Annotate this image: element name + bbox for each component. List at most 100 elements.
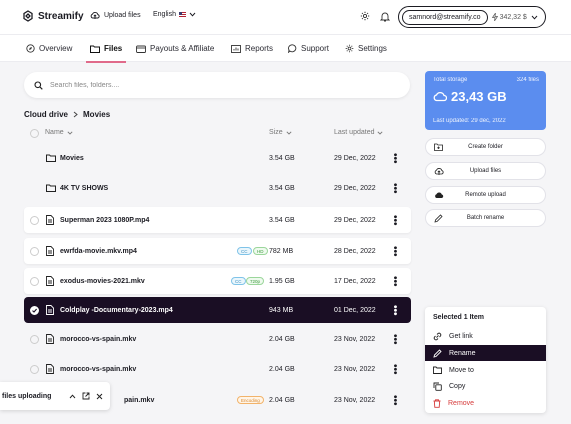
- gear-icon: [345, 44, 354, 53]
- row-checkbox[interactable]: [30, 276, 39, 286]
- file-name: 4K TV SHOWS: [60, 184, 109, 192]
- more-options-icon[interactable]: •••: [389, 215, 400, 226]
- language-select[interactable]: English: [153, 11, 196, 18]
- menu-label: Get link: [449, 332, 473, 340]
- chevron-down-icon: [377, 130, 384, 135]
- menu-item-get-link[interactable]: Get link: [425, 328, 546, 344]
- folder-icon: [46, 154, 56, 162]
- file-date: 23 Nov, 2022: [334, 335, 376, 343]
- menu-item-move-to[interactable]: Move to: [425, 362, 546, 378]
- more-options-icon[interactable]: •••: [389, 305, 400, 316]
- more-options-icon[interactable]: •••: [389, 395, 400, 406]
- file-size: 782 MB: [269, 247, 294, 255]
- folder-icon: [90, 45, 100, 53]
- batch-rename-button[interactable]: Batch rename: [425, 209, 546, 227]
- check-icon: [32, 308, 38, 313]
- row-checkbox[interactable]: [30, 334, 39, 344]
- tab-label: Reports: [245, 44, 274, 53]
- app-name: Streamify: [38, 10, 84, 22]
- cc-badge: CC: [237, 247, 252, 255]
- tab-reports[interactable]: Reports: [231, 35, 273, 62]
- menu-label: Remove: [448, 399, 475, 407]
- menu-item-copy[interactable]: Copy: [425, 378, 546, 394]
- bell-icon[interactable]: [380, 11, 390, 22]
- row-checkbox[interactable]: [30, 364, 39, 374]
- external-link-icon[interactable]: [82, 392, 90, 400]
- column-header-size[interactable]: Size: [269, 129, 292, 136]
- file-date: 29 Dec, 2022: [334, 154, 376, 162]
- upload-files-action[interactable]: Upload files: [425, 162, 546, 180]
- file-date: 17 Dec, 2022: [334, 277, 376, 285]
- tab-overview[interactable]: Overview: [26, 35, 72, 62]
- action-label: Remote upload: [465, 192, 506, 198]
- table-row[interactable]: morocco-vs-spain.mkv 2.04 GB 23 Nov, 202…: [24, 326, 411, 352]
- hd-badge: HD: [253, 247, 268, 255]
- table-row[interactable]: ewrfda-movie.mkv.mp4 CC HD 782 MB 28 Dec…: [24, 238, 411, 264]
- chevron-up-icon[interactable]: [69, 393, 76, 399]
- link-icon: [433, 332, 442, 340]
- file-name: Coldplay -Documentary-2023.mp4: [60, 306, 173, 314]
- row-checkbox[interactable]: [30, 246, 39, 256]
- table-row[interactable]: exodus-movies-2021.mkv CC 720p 1.95 GB 1…: [24, 268, 411, 294]
- file-icon: [46, 215, 54, 225]
- folder-plus-icon: [434, 143, 443, 151]
- more-options-icon[interactable]: •••: [389, 153, 400, 164]
- more-options-icon[interactable]: •••: [389, 364, 400, 375]
- storage-label: Total storage: [433, 77, 468, 83]
- file-size: 1.95 GB: [269, 277, 295, 285]
- storage-value: 23,43 GB: [433, 89, 507, 104]
- search-bar: [24, 72, 410, 98]
- chevron-down-icon: [67, 130, 73, 135]
- file-icon: [46, 246, 54, 256]
- file-size: 3.54 GB: [269, 216, 295, 224]
- cloud-icon: [435, 192, 444, 198]
- table-row[interactable]: Superman 2023 1080P.mp4 3.54 GB 29 Dec, …: [24, 207, 411, 233]
- more-options-icon[interactable]: •••: [389, 334, 400, 345]
- file-date: 28 Dec, 2022: [334, 247, 376, 255]
- gear-icon[interactable]: [360, 11, 370, 21]
- account-menu[interactable]: samnord@streamify.co 342,32 $: [398, 6, 546, 28]
- more-options-icon[interactable]: •••: [389, 246, 400, 257]
- table-row[interactable]: 4K TV SHOWS 3.54 GB 29 Dec, 2022 •••: [24, 175, 411, 201]
- create-folder-button[interactable]: Create folder: [425, 138, 546, 156]
- table-row[interactable]: Movies 3.54 GB 29 Dec, 2022 •••: [24, 145, 411, 171]
- row-checkbox[interactable]: [30, 215, 39, 225]
- breadcrumb-root[interactable]: Cloud drive: [24, 110, 68, 119]
- compass-icon: [26, 44, 35, 53]
- file-date: 29 Dec, 2022: [334, 216, 376, 224]
- chevron-right-icon: [73, 111, 78, 118]
- row-checkbox-checked[interactable]: [30, 305, 39, 315]
- more-options-icon[interactable]: •••: [389, 276, 400, 287]
- menu-label: Copy: [449, 382, 466, 390]
- copy-icon: [433, 382, 442, 391]
- selection-title: Selected 1 Item: [433, 314, 484, 321]
- select-all-checkbox[interactable]: [30, 129, 39, 138]
- tab-settings[interactable]: Settings: [345, 35, 387, 62]
- search-input[interactable]: [50, 81, 370, 89]
- tab-label: Files: [104, 44, 123, 53]
- selection-context-menu: Selected 1 Item Get link Rename Move to …: [425, 307, 546, 413]
- chevron-down-icon: [531, 15, 538, 20]
- remote-upload-button[interactable]: Remote upload: [425, 186, 546, 204]
- tab-support[interactable]: Support: [288, 35, 329, 62]
- file-name: morocco-vs-spain.mkv: [60, 335, 137, 343]
- menu-item-remove[interactable]: Remove: [425, 395, 546, 411]
- storage-amount: 23,43 GB: [451, 89, 507, 104]
- table-row[interactable]: morocco-vs-spain.mkv 2.04 GB 23 Nov, 202…: [24, 356, 411, 382]
- logo[interactable]: Streamify: [22, 10, 84, 22]
- search-icon: [34, 80, 43, 90]
- upload-files-button[interactable]: Upload files: [90, 11, 141, 20]
- table-row-selected[interactable]: Coldplay -Documentary-2023.mp4 943 MB 01…: [24, 297, 411, 323]
- trash-icon: [433, 398, 441, 408]
- more-options-icon[interactable]: •••: [389, 183, 400, 194]
- column-header-name[interactable]: Name: [45, 129, 73, 136]
- column-header-date[interactable]: Last updated: [334, 129, 384, 136]
- file-name: pain.mkv: [124, 396, 155, 404]
- file-icon: [46, 305, 54, 315]
- menu-item-rename[interactable]: Rename: [425, 345, 546, 361]
- breadcrumb: Cloud drive Movies: [24, 110, 110, 119]
- action-label: Create folder: [468, 144, 503, 150]
- close-icon[interactable]: [96, 393, 103, 400]
- tab-payouts[interactable]: Payouts & Affiliate: [136, 35, 214, 62]
- tab-files[interactable]: Files: [85, 35, 127, 63]
